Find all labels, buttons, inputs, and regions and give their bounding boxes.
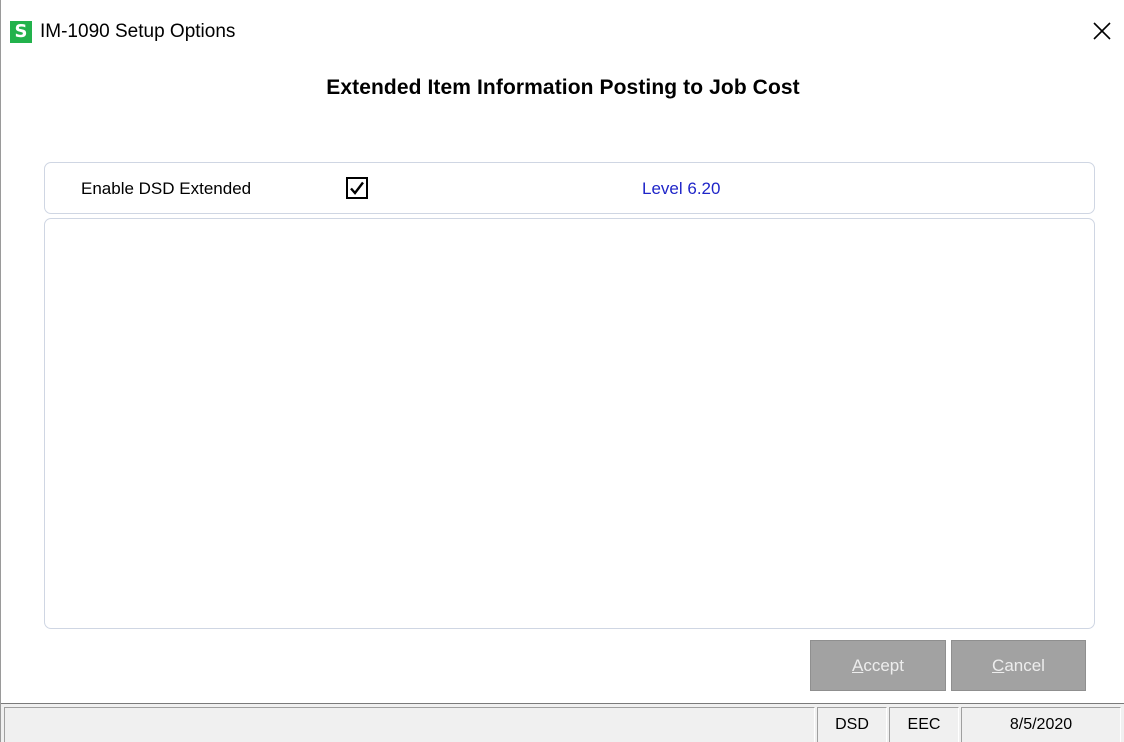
accept-mnemonic: A [852,655,864,675]
cancel-button[interactable]: Cancel [951,640,1086,691]
cancel-label: ancel [1004,655,1045,675]
setup-options-window: S IM-1090 Setup Options Extended Item In… [0,0,1124,742]
page-heading: Extended Item Information Posting to Job… [326,76,800,99]
close-button[interactable] [1085,14,1119,48]
enable-dsd-extended-label: Enable DSD Extended [81,179,252,198]
status-date: 8/5/2020 [961,707,1121,742]
cancel-mnemonic: C [992,655,1005,675]
close-icon [1093,22,1111,40]
status-code: EEC [889,707,959,742]
content-panel [44,218,1095,629]
accept-button[interactable]: Accept [810,640,946,691]
options-panel: Enable DSD Extended Level 6.20 [44,162,1095,214]
status-company: DSD [817,707,887,742]
checkmark-icon [350,181,364,195]
status-bar: DSD EEC 8/5/2020 [1,704,1124,742]
sage-app-icon: S [10,21,32,43]
accept-label: ccept [863,655,904,675]
enable-dsd-extended-checkbox[interactable] [346,177,368,199]
level-version-label: Level 6.20 [642,179,721,198]
title-bar: S IM-1090 Setup Options [1,0,1124,58]
status-message [4,707,815,742]
window-title: IM-1090 Setup Options [40,21,236,42]
